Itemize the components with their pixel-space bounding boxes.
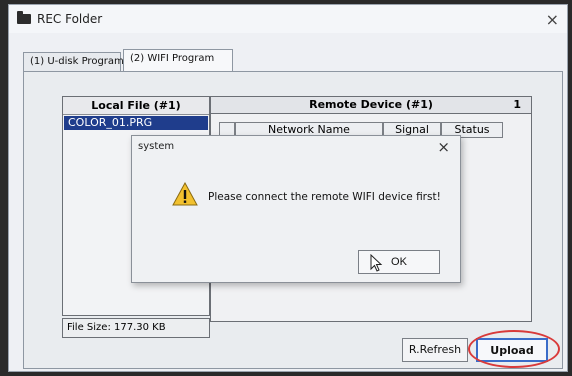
tab-wifi-program[interactable]: (2) WIFI Program — [123, 49, 233, 71]
local-file-header: Local File (#1) — [63, 97, 209, 115]
remote-device-count: 1 — [513, 98, 521, 111]
remote-device-header: Remote Device (#1) 1 — [210, 96, 532, 114]
rec-folder-window: REC Folder × (1) U-disk Program (2) WIFI… — [8, 4, 568, 372]
remote-device-title: Remote Device (#1) — [309, 98, 433, 111]
tab-udisk-program[interactable]: (1) U-disk Program — [23, 52, 124, 71]
window-close-button[interactable]: × — [546, 10, 559, 29]
dialog-message: Please connect the remote WIFI device fi… — [208, 191, 441, 203]
refresh-button[interactable]: R.Refresh — [402, 338, 468, 362]
dialog-title: system — [138, 141, 175, 152]
file-size-readout: File Size: 177.30 KB — [62, 318, 210, 338]
dialog-close-button[interactable]: × — [437, 138, 450, 156]
mouse-cursor-icon — [370, 254, 383, 272]
list-item[interactable]: COLOR_01.PRG — [64, 116, 208, 130]
upload-button[interactable]: Upload — [476, 338, 548, 362]
title-bar: REC Folder × — [9, 5, 567, 33]
system-dialog: system × Please connect the remote WIFI … — [131, 135, 461, 283]
window-title: REC Folder — [37, 12, 103, 26]
warning-icon — [172, 182, 198, 206]
folder-icon — [17, 11, 31, 24]
